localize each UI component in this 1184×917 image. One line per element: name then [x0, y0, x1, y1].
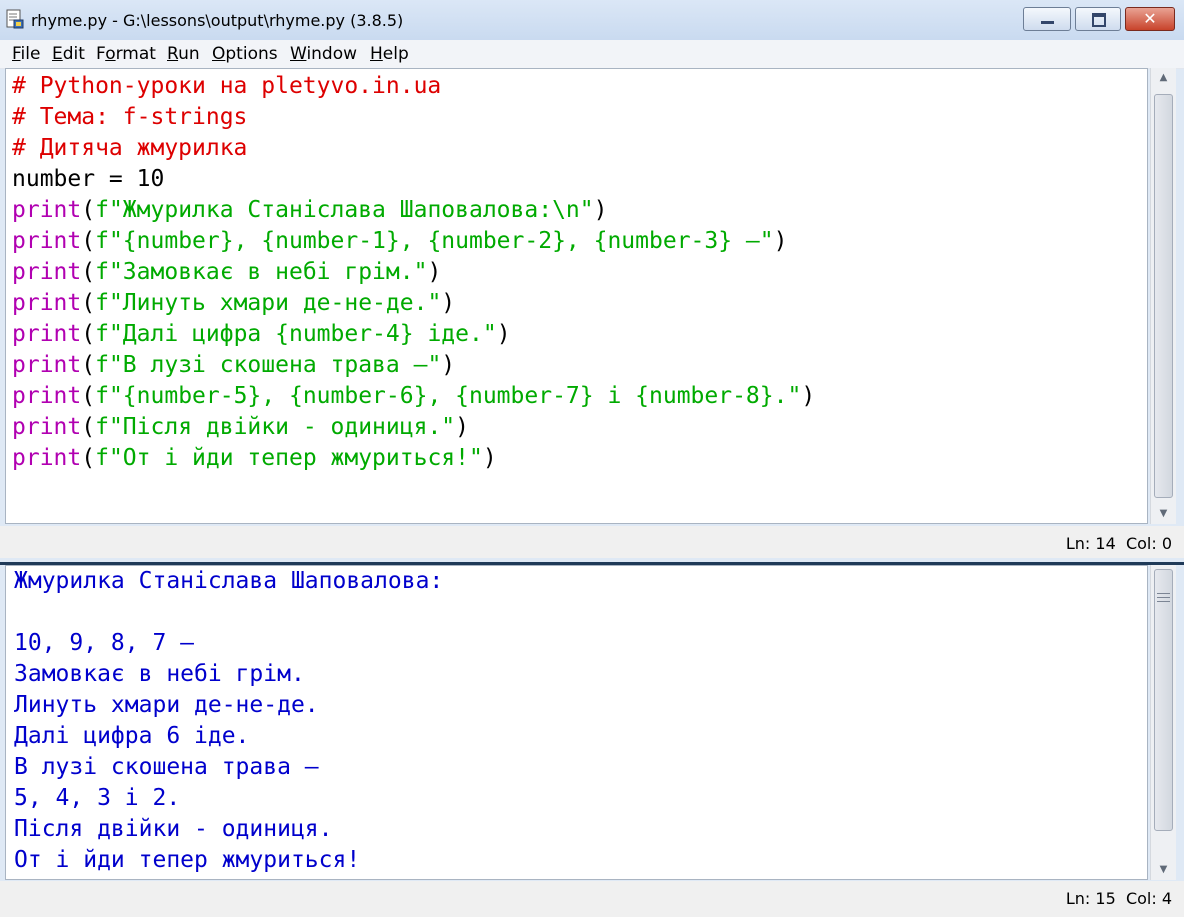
code-token-kw: print	[12, 259, 82, 285]
output-line: 10, 9, 8, 7 –	[14, 630, 195, 656]
code-token-def: (	[81, 259, 96, 285]
code-token-def: (	[81, 352, 96, 378]
editor-scrollbar[interactable]: ▲ ▼	[1150, 68, 1176, 524]
maximize-button[interactable]	[1075, 7, 1121, 31]
code-line[interactable]: print(f"Після двійки - одиниця.")	[12, 412, 815, 443]
minimize-button[interactable]	[1023, 7, 1071, 31]
menu-bar: File Edit Format Run Options Window Help	[0, 40, 1184, 69]
code-token-str: f"Після двійки - одиниця."	[95, 414, 456, 440]
code-token-def: (	[81, 445, 96, 471]
code-token-comment: # Python-уроки на pletyvo.in.ua	[12, 73, 442, 99]
shell-output[interactable]: Жмурилка Станіслава Шаповалова: 10, 9, 8…	[5, 565, 1148, 880]
code-text[interactable]: # Python-уроки на pletyvo.in.ua # Тема: f…	[12, 71, 815, 474]
code-token-kw: print	[12, 383, 82, 409]
editor-cursor-position: Ln: 14 Col: 0	[1065, 534, 1172, 553]
menu-edit[interactable]: Edit	[52, 44, 85, 64]
code-token-def: number = 10	[12, 166, 165, 192]
menu-format[interactable]: Format	[96, 44, 156, 64]
output-line: Линуть хмари де-не-де.	[14, 692, 319, 718]
code-token-def: )	[455, 414, 469, 440]
code-editor[interactable]: # Python-уроки на pletyvo.in.ua # Тема: f…	[5, 68, 1148, 524]
code-token-def: )	[427, 259, 442, 285]
code-token-kw: print	[12, 228, 82, 254]
code-token-def: (	[81, 383, 96, 409]
code-token-def: )	[496, 321, 511, 347]
code-token-str: f"Линуть хмари де-не-де."	[95, 290, 442, 316]
code-line[interactable]: print(f"{number-5}, {number-6}, {number-…	[12, 381, 815, 412]
code-token-def: )	[801, 383, 816, 409]
shell-cursor-position: Ln: 15 Col: 4	[1065, 889, 1172, 908]
scroll-down-icon[interactable]: ▼	[1151, 860, 1176, 880]
shell-scroll-thumb[interactable]	[1154, 569, 1173, 831]
code-token-def: )	[593, 197, 608, 223]
output-line: 5, 4, 3 і 2.	[14, 785, 181, 811]
close-icon: ✕	[1143, 9, 1157, 28]
output-line: От і йди тепер жмуриться!	[14, 847, 361, 873]
code-token-def: )	[482, 445, 497, 471]
code-line[interactable]: print(f"От і йди тепер жмуриться!")	[12, 443, 815, 474]
code-token-str: f"От і йди тепер жмуриться!"	[95, 445, 483, 471]
editor-status-bar: Ln: 14 Col: 0	[0, 526, 1184, 558]
code-token-def: (	[81, 228, 96, 254]
output-line: Замовкає в небі грім.	[14, 661, 305, 687]
code-token-kw: print	[12, 290, 82, 316]
output-line: Після двійки - одиниця.	[14, 816, 333, 842]
menu-run[interactable]: Run	[167, 44, 200, 64]
code-token-comment: # Дитяча жмурилка	[12, 135, 248, 161]
code-line[interactable]: # Дитяча жмурилка	[12, 133, 815, 164]
code-line[interactable]: print(f"Линуть хмари де-не-де.")	[12, 288, 815, 319]
code-token-kw: print	[12, 414, 82, 440]
code-token-def: (	[81, 290, 96, 316]
output-line: В лузі скошена трава –	[14, 754, 319, 780]
shell-status-bar: Ln: 15 Col: 4	[0, 881, 1184, 917]
menu-help[interactable]: Help	[370, 44, 409, 64]
code-token-kw: print	[12, 352, 82, 378]
code-token-kw: print	[12, 197, 82, 223]
code-line[interactable]: print(f"В лузі скошена трава –")	[12, 350, 815, 381]
code-line[interactable]: print(f"Жмурилка Станіслава Шаповалова:\…	[12, 195, 815, 226]
output-line: Далі цифра 6 іде.	[14, 723, 250, 749]
code-token-def: )	[441, 352, 456, 378]
window-title: rhyme.py - G:\lessons\output\rhyme.py (3…	[31, 11, 404, 30]
editor-scroll-thumb[interactable]	[1154, 94, 1173, 498]
code-token-def: )	[441, 290, 456, 316]
scroll-up-icon[interactable]: ▲	[1151, 68, 1176, 88]
code-token-str: f"В лузі скошена трава –"	[95, 352, 442, 378]
code-token-kw: print	[12, 445, 82, 471]
code-token-str: f"Далі цифра {number-4} іде."	[95, 321, 497, 347]
code-line[interactable]: number = 10	[12, 164, 815, 195]
code-token-def: )	[773, 228, 788, 254]
menu-options[interactable]: Options	[212, 44, 278, 64]
menu-window[interactable]: Window	[290, 44, 357, 64]
title-bar[interactable]: rhyme.py - G:\lessons\output\rhyme.py (3…	[0, 0, 1184, 40]
code-token-str: f"Замовкає в небі грім."	[95, 259, 428, 285]
output-line: Жмурилка Станіслава Шаповалова:	[14, 568, 444, 594]
code-token-kw: print	[12, 321, 82, 347]
code-line[interactable]: print(f"{number}, {number-1}, {number-2}…	[12, 226, 815, 257]
code-line[interactable]: # Тема: f-strings	[12, 102, 815, 133]
code-token-def: (	[81, 321, 96, 347]
shell-scrollbar[interactable]: ▼	[1150, 565, 1176, 880]
code-token-def: (	[81, 197, 96, 223]
code-token-def: (	[81, 414, 96, 440]
code-line[interactable]: print(f"Далі цифра {number-4} іде.")	[12, 319, 815, 350]
scroll-down-icon[interactable]: ▼	[1151, 504, 1176, 524]
code-token-str: f"{number-5}, {number-6}, {number-7} і {…	[95, 383, 802, 409]
menu-file[interactable]: File	[12, 44, 40, 64]
code-line[interactable]: print(f"Замовкає в небі грім.")	[12, 257, 815, 288]
code-token-comment: # Тема: f-strings	[12, 104, 248, 130]
python-file-icon	[6, 9, 24, 29]
code-line[interactable]: # Python-уроки на pletyvo.in.ua	[12, 71, 815, 102]
code-token-str: f"{number}, {number-1}, {number-2}, {num…	[95, 228, 774, 254]
output-text: Жмурилка Станіслава Шаповалова: 10, 9, 8…	[14, 566, 443, 876]
code-token-str: f"Жмурилка Станіслава Шаповалова:\n"	[95, 197, 594, 223]
close-button[interactable]: ✕	[1125, 7, 1175, 31]
